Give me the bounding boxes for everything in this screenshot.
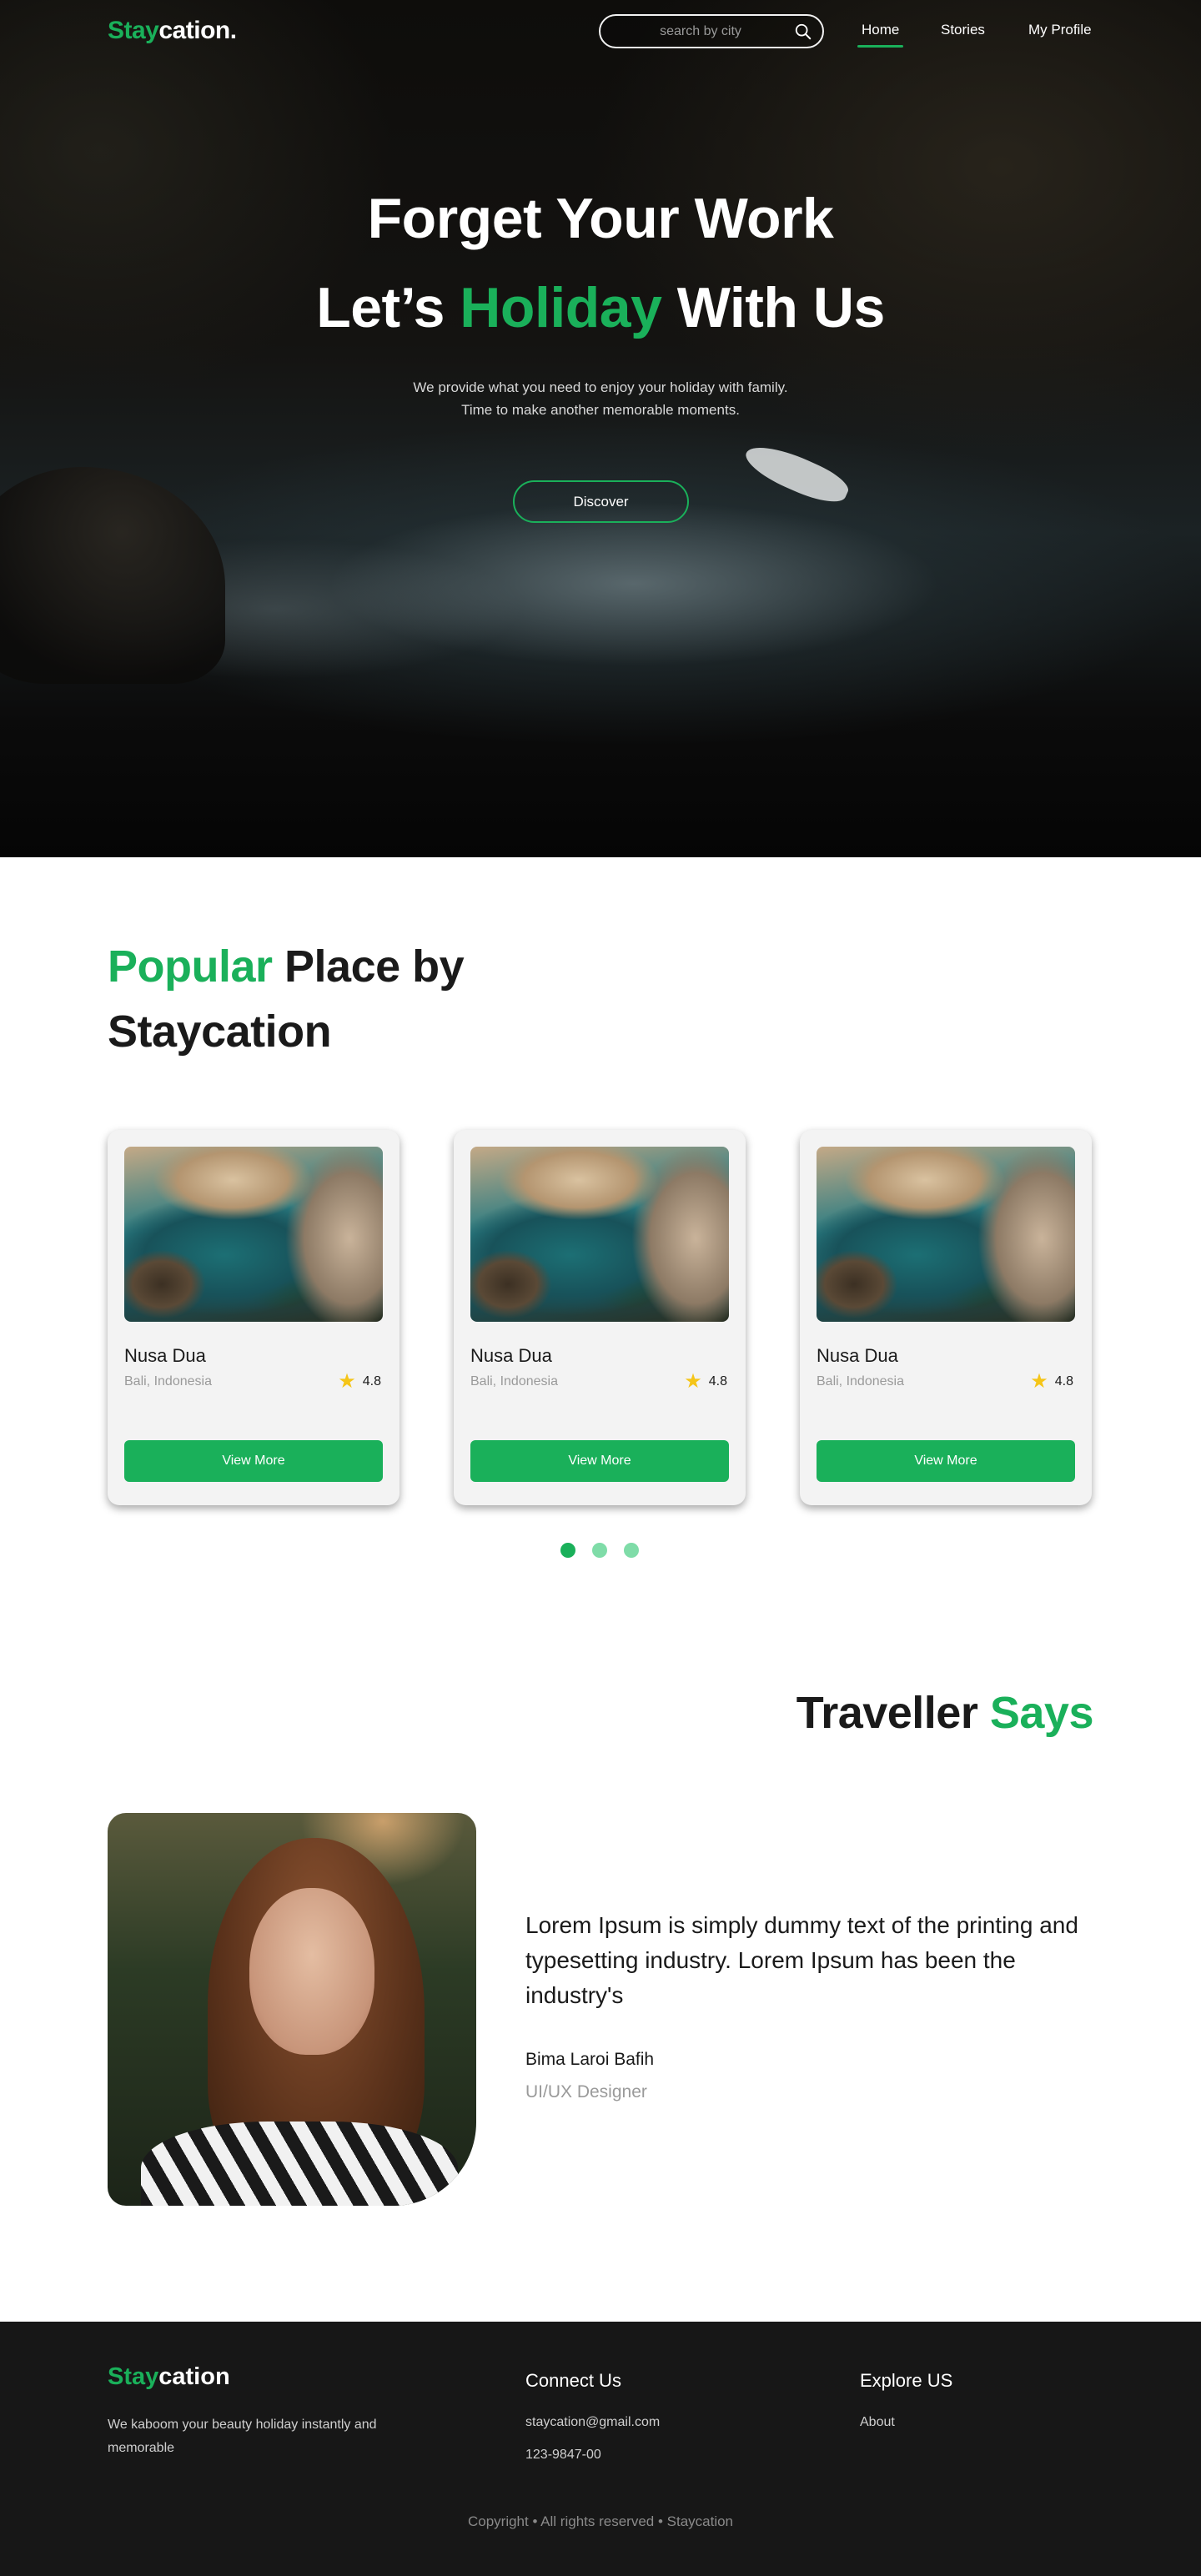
footer-logo[interactable]: Staycation xyxy=(108,2363,230,2391)
nav-link-home[interactable]: Home xyxy=(857,22,904,48)
place-image[interactable] xyxy=(817,1147,1075,1322)
nav-link-stories[interactable]: Stories xyxy=(941,22,985,38)
carousel-dots xyxy=(560,1543,644,1559)
rating-value: 4.8 xyxy=(1054,1374,1073,1388)
hero-background-rock xyxy=(0,467,225,684)
hero-description-line2: Time to make another memorable moments. xyxy=(461,402,740,418)
carousel-dot-1[interactable] xyxy=(560,1543,575,1558)
popular-title-highlight: Popular xyxy=(108,942,273,992)
hero-section: Staycation. Home Stories My Profile Forg… xyxy=(0,0,1201,857)
place-location: Bali, Indonesia xyxy=(124,1374,212,1388)
discover-button[interactable]: Discover xyxy=(513,480,689,523)
testimonial-author-name: Bima Laroi Bafih xyxy=(525,2050,655,2069)
rating-value: 4.8 xyxy=(708,1374,727,1388)
footer: Staycation We kaboom your beauty holiday… xyxy=(0,2322,1201,2576)
search-input[interactable] xyxy=(617,23,784,40)
star-icon: ★ xyxy=(1030,1370,1048,1393)
footer-connect-heading: Connect Us xyxy=(525,2370,621,2391)
place-card[interactable]: Nusa Dua Bali, Indonesia ★ 4.8 View More xyxy=(108,1130,399,1505)
place-cards: Nusa Dua Bali, Indonesia ★ 4.8 View More … xyxy=(108,1130,1093,1505)
footer-explore-heading: Explore US xyxy=(860,2370,953,2391)
hero-title-before: Let’s xyxy=(316,276,460,339)
carousel-dot-3[interactable] xyxy=(624,1543,639,1558)
star-icon: ★ xyxy=(338,1370,356,1393)
footer-logo-highlight: Stay xyxy=(108,2363,159,2390)
place-card[interactable]: Nusa Dua Bali, Indonesia ★ 4.8 View More xyxy=(800,1130,1092,1505)
footer-logo-rest: cation xyxy=(158,2363,230,2390)
place-location: Bali, Indonesia xyxy=(470,1374,558,1388)
star-icon: ★ xyxy=(684,1370,702,1393)
testimonial-quote: Lorem Ipsum is simply dummy text of the … xyxy=(525,1912,1078,2008)
top-navbar: Staycation. Home Stories My Profile xyxy=(0,0,1201,60)
testimonial-author-role: UI/UX Designer xyxy=(525,2082,647,2101)
view-more-button[interactable]: View More xyxy=(817,1440,1075,1482)
hero-background-surfer xyxy=(740,436,853,511)
place-rating: ★ 4.8 xyxy=(1030,1370,1073,1393)
testimonial-title-highlight: Says xyxy=(989,1688,1094,1738)
testimonial-section-title: Traveller Says xyxy=(796,1680,1094,1745)
footer-email-link[interactable]: staycation@gmail.com xyxy=(525,2415,660,2430)
place-location: Bali, Indonesia xyxy=(817,1374,904,1388)
place-name: Nusa Dua xyxy=(470,1345,552,1366)
view-more-button[interactable]: View More xyxy=(124,1440,383,1482)
carousel-dot-2[interactable] xyxy=(592,1543,607,1558)
view-more-button[interactable]: View More xyxy=(470,1440,729,1482)
page: Staycation. Home Stories My Profile Forg… xyxy=(0,0,1201,2576)
place-rating: ★ 4.8 xyxy=(684,1370,727,1393)
hero-title-after: With Us xyxy=(661,276,885,339)
rating-value: 4.8 xyxy=(362,1374,381,1388)
place-name: Nusa Dua xyxy=(817,1345,898,1366)
hero-title-line2: Let’s Holiday With Us xyxy=(0,275,1201,340)
hero-title-highlight: Holiday xyxy=(460,276,662,339)
hero-title-line1: Forget Your Work xyxy=(367,187,834,250)
footer-about-link[interactable]: About xyxy=(860,2415,895,2430)
place-image[interactable] xyxy=(470,1147,729,1322)
footer-tagline: We kaboom your beauty holiday instantly … xyxy=(108,2418,377,2455)
portrait-shirt xyxy=(141,2122,458,2206)
place-rating: ★ 4.8 xyxy=(338,1370,381,1393)
brand-logo[interactable]: Staycation. xyxy=(108,17,237,45)
portrait-face xyxy=(249,1888,374,2055)
traveller-photo xyxy=(108,1813,476,2206)
testimonial-title-rest: Traveller xyxy=(796,1688,990,1738)
place-name: Nusa Dua xyxy=(124,1345,206,1366)
hero-description-line1: We provide what you need to enjoy your h… xyxy=(413,379,788,395)
place-image[interactable] xyxy=(124,1147,383,1322)
search-icon[interactable] xyxy=(794,23,812,41)
footer-copyright: Copyright • All rights reserved • Stayca… xyxy=(467,2513,734,2529)
nav-link-my-profile[interactable]: My Profile xyxy=(1028,22,1092,38)
logo-highlight: Stay xyxy=(108,17,159,44)
place-card[interactable]: Nusa Dua Bali, Indonesia ★ 4.8 View More xyxy=(454,1130,746,1505)
footer-phone-link[interactable]: 123-9847-00 xyxy=(525,2448,601,2463)
popular-section-title: Popular Place by Staycation xyxy=(108,934,608,1064)
logo-rest: cation. xyxy=(158,17,237,44)
search-bar xyxy=(599,14,824,48)
